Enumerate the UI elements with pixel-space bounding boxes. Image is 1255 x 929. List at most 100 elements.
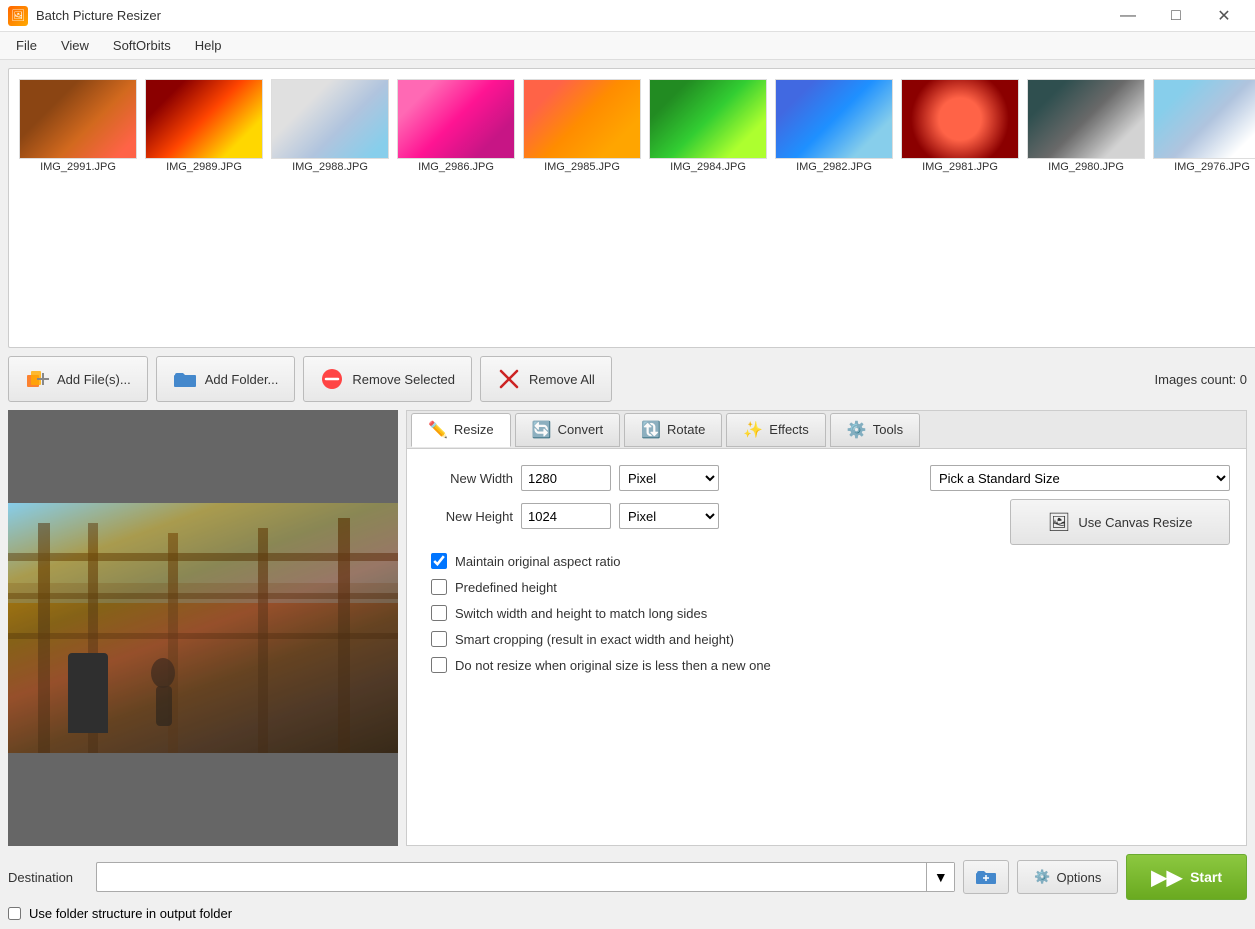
list-item[interactable]: IMG_2982.JPG bbox=[773, 77, 895, 187]
menu-view[interactable]: View bbox=[49, 34, 101, 57]
no-resize-smaller-row: Do not resize when original size is less… bbox=[423, 657, 1230, 673]
gallery-wrapper: IMG_2991.JPG IMG_2989.JPG IMG_2988.JPG I… bbox=[8, 68, 1247, 348]
image-filename: IMG_2984.JPG bbox=[670, 161, 746, 173]
tab-convert[interactable]: 🔄 Convert bbox=[515, 413, 620, 447]
menu-help[interactable]: Help bbox=[183, 34, 234, 57]
image-gallery[interactable]: IMG_2991.JPG IMG_2989.JPG IMG_2988.JPG I… bbox=[8, 68, 1255, 348]
menu-softorbits[interactable]: SoftOrbits bbox=[101, 34, 183, 57]
list-item[interactable]: IMG_2981.JPG bbox=[899, 77, 1021, 187]
switch-dimensions-checkbox[interactable] bbox=[431, 605, 447, 621]
height-row: New Height Pixel Percent Inch cm bbox=[423, 503, 914, 529]
thumbnail bbox=[649, 79, 767, 159]
list-item[interactable]: IMG_2976.JPG bbox=[1151, 77, 1255, 187]
remove-selected-button[interactable]: Remove Selected bbox=[303, 356, 472, 402]
preview-panel bbox=[8, 410, 398, 846]
list-item[interactable]: IMG_2989.JPG bbox=[143, 77, 265, 187]
remove-selected-label: Remove Selected bbox=[352, 372, 455, 387]
thumbnail bbox=[775, 79, 893, 159]
new-width-label: New Width bbox=[423, 471, 513, 486]
preview-image bbox=[8, 503, 398, 753]
main-content: IMG_2991.JPG IMG_2989.JPG IMG_2988.JPG I… bbox=[0, 60, 1255, 929]
remove-all-icon bbox=[497, 367, 521, 391]
predefined-height-label[interactable]: Predefined height bbox=[455, 580, 557, 595]
list-item[interactable]: IMG_2980.JPG bbox=[1025, 77, 1147, 187]
predefined-height-checkbox[interactable] bbox=[431, 579, 447, 595]
menu-file[interactable]: File bbox=[4, 34, 49, 57]
list-item[interactable]: IMG_2984.JPG bbox=[647, 77, 769, 187]
smart-cropping-label[interactable]: Smart cropping (result in exact width an… bbox=[455, 632, 734, 647]
new-height-input[interactable] bbox=[521, 503, 611, 529]
tab-resize[interactable]: ✏️ Resize bbox=[411, 413, 511, 447]
width-unit-select[interactable]: Pixel Percent Inch cm bbox=[619, 465, 719, 491]
maintain-ratio-label[interactable]: Maintain original aspect ratio bbox=[455, 554, 620, 569]
switch-dimensions-row: Switch width and height to match long si… bbox=[423, 605, 1230, 621]
predefined-height-row: Predefined height bbox=[423, 579, 1230, 595]
no-resize-smaller-label[interactable]: Do not resize when original size is less… bbox=[455, 658, 771, 673]
start-button[interactable]: ▶▶ Start bbox=[1126, 854, 1247, 900]
destination-browse-button[interactable] bbox=[963, 860, 1009, 894]
standard-size-select[interactable]: Pick a Standard Size 640x480 800x600 102… bbox=[930, 465, 1230, 491]
standard-size-section: Pick a Standard Size 640x480 800x600 102… bbox=[930, 465, 1230, 545]
image-filename: IMG_2976.JPG bbox=[1174, 161, 1250, 173]
thumbnail bbox=[1153, 79, 1255, 159]
close-button[interactable]: ✕ bbox=[1201, 0, 1247, 32]
add-folder-icon bbox=[173, 367, 197, 391]
options-gear-icon: ⚙️ bbox=[1034, 869, 1050, 885]
destination-bar: Destination ▼ ⚙️ Options ▶▶ Start bbox=[8, 854, 1247, 900]
resize-tab-label: Resize bbox=[454, 422, 494, 437]
add-files-icon bbox=[25, 367, 49, 391]
image-filename: IMG_2982.JPG bbox=[796, 161, 872, 173]
switch-dimensions-label[interactable]: Switch width and height to match long si… bbox=[455, 606, 707, 621]
start-label: Start bbox=[1190, 869, 1222, 885]
new-height-label: New Height bbox=[423, 509, 513, 524]
destination-dropdown-button[interactable]: ▼ bbox=[926, 863, 954, 891]
image-filename: IMG_2981.JPG bbox=[922, 161, 998, 173]
minimize-button[interactable]: — bbox=[1105, 0, 1151, 32]
options-button[interactable]: ⚙️ Options bbox=[1017, 860, 1118, 894]
canvas-resize-label: Use Canvas Resize bbox=[1078, 515, 1192, 530]
toolbar: Add File(s)... Add Folder... Remove Sele… bbox=[8, 356, 1247, 402]
image-filename: IMG_2989.JPG bbox=[166, 161, 242, 173]
effects-tab-label: Effects bbox=[769, 422, 809, 437]
folder-structure-checkbox[interactable] bbox=[8, 907, 21, 920]
add-files-label: Add File(s)... bbox=[57, 372, 131, 387]
add-folder-button[interactable]: Add Folder... bbox=[156, 356, 296, 402]
bottom-footer: Use folder structure in output folder bbox=[8, 906, 1247, 921]
destination-input[interactable] bbox=[97, 863, 926, 891]
checkboxes-section: Maintain original aspect ratio Predefine… bbox=[423, 553, 1230, 673]
add-folder-label: Add Folder... bbox=[205, 372, 279, 387]
convert-tab-icon: 🔄 bbox=[532, 420, 552, 440]
rotate-tab-label: Rotate bbox=[667, 422, 705, 437]
new-width-input[interactable] bbox=[521, 465, 611, 491]
titlebar: 🖼 Batch Picture Resizer — □ ✕ bbox=[0, 0, 1255, 32]
destination-input-wrapper: ▼ bbox=[96, 862, 955, 892]
image-filename: IMG_2991.JPG bbox=[40, 161, 116, 173]
no-resize-smaller-checkbox[interactable] bbox=[431, 657, 447, 673]
bottom-area: ✏️ Resize 🔄 Convert 🔃 Rotate ✨ Effects ⚙… bbox=[8, 410, 1247, 846]
maintain-ratio-row: Maintain original aspect ratio bbox=[423, 553, 1230, 569]
remove-all-button[interactable]: Remove All bbox=[480, 356, 612, 402]
smart-cropping-checkbox[interactable] bbox=[431, 631, 447, 647]
settings-panel: ✏️ Resize 🔄 Convert 🔃 Rotate ✨ Effects ⚙… bbox=[406, 410, 1247, 846]
folder-structure-label[interactable]: Use folder structure in output folder bbox=[29, 906, 232, 921]
options-label: Options bbox=[1057, 870, 1102, 885]
app-title: Batch Picture Resizer bbox=[36, 8, 1105, 23]
list-item[interactable]: IMG_2985.JPG bbox=[521, 77, 643, 187]
canvas-resize-button[interactable]: 🖼 Use Canvas Resize bbox=[1010, 499, 1230, 545]
list-item[interactable]: IMG_2986.JPG bbox=[395, 77, 517, 187]
list-item[interactable]: IMG_2988.JPG bbox=[269, 77, 391, 187]
maintain-ratio-checkbox[interactable] bbox=[431, 553, 447, 569]
thumbnail bbox=[1027, 79, 1145, 159]
tab-tools[interactable]: ⚙️ Tools bbox=[830, 413, 920, 447]
remove-all-label: Remove All bbox=[529, 372, 595, 387]
convert-tab-label: Convert bbox=[558, 422, 604, 437]
height-unit-select[interactable]: Pixel Percent Inch cm bbox=[619, 503, 719, 529]
tab-effects[interactable]: ✨ Effects bbox=[726, 413, 825, 447]
start-icon: ▶▶ bbox=[1151, 865, 1182, 890]
list-item[interactable]: IMG_2991.JPG bbox=[17, 77, 139, 187]
maximize-button[interactable]: □ bbox=[1153, 0, 1199, 32]
resize-tab-content: New Width Pixel Percent Inch cm New Heig… bbox=[406, 448, 1247, 846]
tab-rotate[interactable]: 🔃 Rotate bbox=[624, 413, 722, 447]
add-files-button[interactable]: Add File(s)... bbox=[8, 356, 148, 402]
thumbnail bbox=[271, 79, 389, 159]
